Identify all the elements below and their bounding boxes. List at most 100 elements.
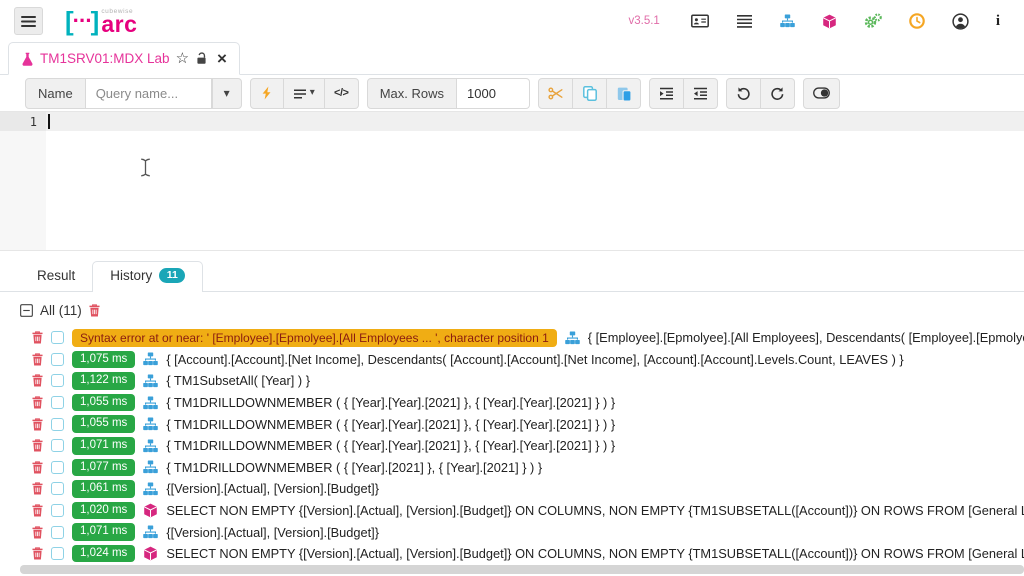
execute-button[interactable]: [250, 78, 284, 109]
history-count-badge: 11: [159, 268, 185, 284]
unlock-icon[interactable]: [195, 52, 208, 65]
delete-row-icon[interactable]: [32, 439, 43, 452]
history-row[interactable]: 1,071 ms {[Version].[Actual], [Version].…: [20, 521, 1024, 543]
history-row[interactable]: 1,024 ms SELECT NON EMPTY {[Version].[Ac…: [20, 543, 1024, 565]
row-checkbox[interactable]: [51, 418, 64, 431]
delete-row-icon[interactable]: [32, 331, 43, 344]
delete-row-icon[interactable]: [32, 547, 43, 560]
list-icon[interactable]: [736, 14, 753, 29]
tab-result[interactable]: Result: [20, 262, 92, 291]
delete-row-icon[interactable]: [32, 482, 43, 495]
delete-row-icon[interactable]: [32, 504, 43, 517]
mdx-editor[interactable]: 1: [0, 111, 1024, 251]
query-text[interactable]: SELECT NON EMPTY {[Version].[Actual], [V…: [166, 546, 1024, 561]
query-text[interactable]: SELECT NON EMPTY {[Version].[Actual], [V…: [166, 503, 1024, 518]
gears-icon[interactable]: [864, 13, 882, 29]
horizontal-scrollbar[interactable]: [20, 565, 1024, 574]
history-row[interactable]: 1,061 ms {[Version].[Actual], [Version].…: [20, 478, 1024, 500]
sitemap-icon[interactable]: [780, 14, 795, 28]
undo-icon: [736, 86, 751, 100]
delete-row-icon[interactable]: [32, 526, 43, 539]
row-checkbox[interactable]: [51, 526, 64, 539]
query-text[interactable]: { TM1DRILLDOWNMEMBER ( { [Year].[Year].[…: [166, 395, 615, 410]
delete-row-icon[interactable]: [32, 396, 43, 409]
user-icon[interactable]: [952, 13, 969, 30]
copy-button[interactable]: [573, 78, 607, 109]
delete-row-icon[interactable]: [32, 353, 43, 366]
outdent-button[interactable]: [684, 78, 718, 109]
logo-dots: ···: [73, 12, 92, 31]
query-name-input[interactable]: [86, 78, 212, 109]
history-panel: All (11) Syntax error at or near: ' [Emp…: [0, 292, 1024, 565]
delete-all-icon[interactable]: [89, 304, 100, 317]
editor-gutter: 1: [0, 112, 46, 250]
history-row[interactable]: 1,055 ms { TM1DRILLDOWNMEMBER ( { [Year]…: [20, 392, 1024, 414]
row-checkbox[interactable]: [51, 439, 64, 452]
paste-button[interactable]: [607, 78, 641, 109]
editor-code-area[interactable]: [46, 112, 1024, 250]
clock-icon[interactable]: [909, 13, 925, 29]
row-checkbox[interactable]: [51, 396, 64, 409]
history-row[interactable]: 1,077 ms { TM1DRILLDOWNMEMBER ( { [Year]…: [20, 457, 1024, 479]
sitemap-icon: [143, 460, 158, 474]
bolt-icon: [261, 86, 273, 100]
collapse-group-icon[interactable]: [20, 304, 33, 317]
star-icon[interactable]: ☆: [176, 51, 189, 66]
max-rows-input[interactable]: [457, 78, 530, 109]
row-checkbox[interactable]: [51, 547, 64, 560]
query-text[interactable]: {[Version].[Actual], [Version].[Budget]}: [166, 481, 379, 496]
sitemap-icon: [143, 482, 158, 496]
history-row[interactable]: 1,075 ms { [Account].[Account].[Net Inco…: [20, 349, 1024, 371]
query-text[interactable]: { TM1DRILLDOWNMEMBER ( { [Year].[Year].[…: [166, 438, 615, 453]
cube-icon[interactable]: [822, 14, 837, 29]
row-checkbox[interactable]: [51, 353, 64, 366]
flask-icon: [21, 52, 34, 66]
row-status-badge: Syntax error at or near: ' [Employee].[E…: [72, 329, 557, 347]
query-text[interactable]: { TM1SubsetAll( [Year] ) }: [166, 373, 310, 388]
arc-app: [ ··· ] cubewise arc v3.5.1 i TM1SRV01:M…: [0, 0, 1024, 565]
history-row[interactable]: 1,071 ms { TM1DRILLDOWNMEMBER ( { [Year]…: [20, 435, 1024, 457]
row-checkbox[interactable]: [51, 482, 64, 495]
indent-button[interactable]: [649, 78, 684, 109]
redo-icon: [770, 86, 785, 100]
close-tab-icon[interactable]: ×: [217, 50, 227, 67]
delete-row-icon[interactable]: [32, 418, 43, 431]
indent-group: [649, 78, 718, 109]
code-view-button[interactable]: </>: [325, 78, 359, 109]
query-text[interactable]: { TM1DRILLDOWNMEMBER ( { [Year].[Year].[…: [166, 417, 615, 432]
row-checkbox[interactable]: [51, 331, 64, 344]
row-status-badge: 1,061 ms: [72, 480, 135, 498]
row-checkbox[interactable]: [51, 504, 64, 517]
top-header: [ ··· ] cubewise arc v3.5.1 i: [0, 0, 1024, 42]
query-text[interactable]: { [Employee].[Epmolyee].[All Employees],…: [588, 330, 1024, 345]
format-button[interactable]: ▾: [284, 78, 325, 109]
history-row[interactable]: Syntax error at or near: ' [Employee].[E…: [20, 327, 1024, 349]
history-row[interactable]: 1,055 ms { TM1DRILLDOWNMEMBER ( { [Year]…: [20, 413, 1024, 435]
execute-format-group: ▾</>: [250, 78, 359, 109]
query-text[interactable]: {[Version].[Actual], [Version].[Budget]}: [166, 525, 379, 540]
info-icon[interactable]: i: [996, 14, 1000, 29]
tab-history[interactable]: History 11: [92, 261, 203, 293]
delete-row-icon[interactable]: [32, 374, 43, 387]
menu-button[interactable]: [14, 7, 43, 35]
row-checkbox[interactable]: [51, 461, 64, 474]
delete-row-icon[interactable]: [32, 461, 43, 474]
cube-icon: [143, 546, 158, 561]
row-checkbox[interactable]: [51, 374, 64, 387]
query-name-dropdown-button[interactable]: ▾: [212, 78, 242, 109]
query-text[interactable]: { [Account].[Account].[Net Income], Desc…: [166, 352, 903, 367]
history-row[interactable]: 1,020 ms SELECT NON EMPTY {[Version].[Ac…: [20, 500, 1024, 522]
query-text[interactable]: { TM1DRILLDOWNMEMBER ( { [Year].[2021] }…: [166, 460, 542, 475]
cube-icon: [143, 503, 158, 518]
tab-tm1srv01-mdx-lab[interactable]: TM1SRV01:MDX Lab ☆ ×: [8, 42, 240, 75]
cut-button[interactable]: [538, 78, 573, 109]
history-row[interactable]: 1,122 ms { TM1SubsetAll( [Year] ) }: [20, 370, 1024, 392]
undo-button[interactable]: [726, 78, 761, 109]
toggle-icon: [813, 87, 830, 99]
logo-bracket-right: ]: [91, 10, 100, 32]
row-status-badge: 1,055 ms: [72, 415, 135, 433]
redo-button[interactable]: [761, 78, 795, 109]
theme-toggle-button[interactable]: [803, 78, 840, 109]
id-card-icon[interactable]: [691, 13, 709, 29]
history-list: Syntax error at or near: ' [Employee].[E…: [20, 327, 1024, 565]
